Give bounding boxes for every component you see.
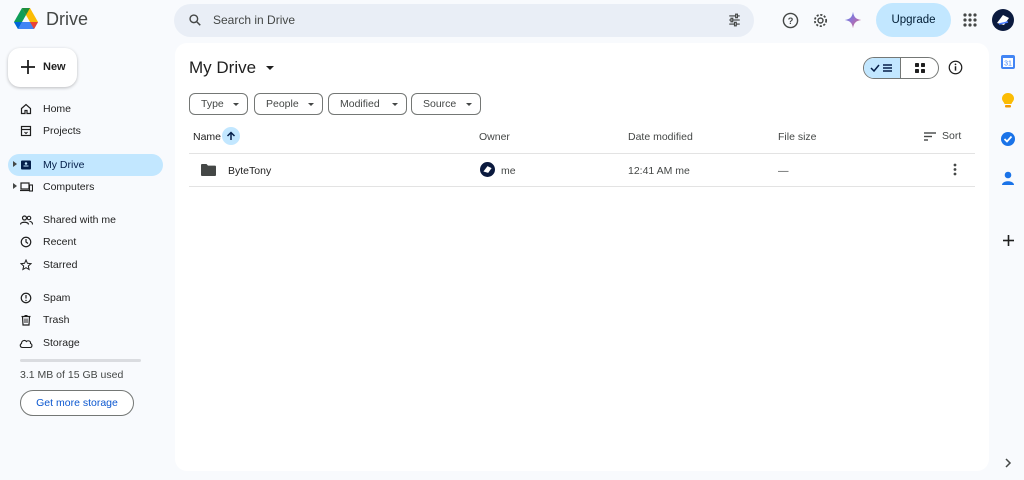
new-button[interactable]: New [8, 48, 77, 87]
apps-grid-icon[interactable] [960, 10, 980, 30]
filter-chip-source[interactable]: Source [411, 93, 481, 115]
calendar-day: 31 [1004, 61, 1012, 68]
sidebar-item-recent[interactable]: Recent [8, 231, 163, 253]
sidebar-item-label: Starred [43, 259, 78, 271]
sidebar-item-computers[interactable]: Computers [8, 176, 163, 198]
calendar-icon[interactable]: 31 [1000, 54, 1016, 70]
app-name: Drive [46, 8, 89, 29]
contacts-person-icon[interactable] [1000, 170, 1016, 186]
filter-chip-people[interactable]: People [254, 93, 323, 115]
grid-view-button[interactable] [901, 58, 938, 78]
page-title-menu[interactable]: My Drive [189, 58, 275, 78]
file-size: — [778, 165, 789, 177]
sort-button[interactable]: Sort [924, 130, 961, 142]
sidebar-item-my-drive[interactable]: My Drive [8, 154, 163, 176]
sidebar-item-storage[interactable]: Storage [8, 332, 163, 354]
chevron-down-icon [233, 103, 239, 106]
title-dropdown-icon [266, 66, 275, 70]
keep-lightbulb-icon[interactable] [1000, 92, 1016, 108]
plus-icon [21, 60, 35, 74]
list-view-icon [870, 64, 892, 73]
sort-direction-button[interactable] [222, 127, 240, 145]
clock-icon [19, 235, 33, 249]
my-drive-icon [19, 158, 33, 172]
info-icon[interactable] [948, 60, 963, 75]
filter-chip-label: Modified [340, 98, 380, 110]
star-icon [19, 258, 33, 272]
svg-text:?: ? [787, 16, 793, 26]
filter-chip-label: People [266, 98, 299, 110]
owner-name: me [501, 165, 516, 177]
view-toggle [863, 57, 939, 79]
computers-icon [19, 180, 33, 194]
upgrade-button[interactable]: Upgrade [876, 3, 951, 37]
grid-view-icon [914, 63, 925, 73]
filter-chip-label: Source [423, 98, 457, 110]
spam-icon [19, 291, 33, 305]
sidebar-item-projects[interactable]: Projects [8, 120, 163, 142]
date-modified: 12:41 AM me [628, 165, 690, 177]
expand-caret-icon[interactable] [13, 161, 17, 167]
column-header-name[interactable]: Name [193, 131, 221, 143]
sidebar-item-label: Recent [43, 236, 77, 248]
tasks-check-icon[interactable] [1000, 131, 1016, 147]
sidebar-item-label: Home [43, 103, 72, 115]
projects-icon [19, 124, 33, 138]
arrow-up-icon [226, 131, 236, 140]
filter-chip-label: Type [201, 98, 224, 110]
new-button-label: New [43, 61, 66, 73]
sort-label: Sort [942, 130, 962, 142]
people-icon [19, 213, 33, 227]
chevron-right-icon[interactable] [1000, 455, 1016, 471]
add-app-plus-icon[interactable] [1000, 232, 1016, 248]
column-header-date-modified[interactable]: Date modified [628, 131, 693, 143]
drive-logo[interactable]: Drive [14, 8, 88, 30]
sidebar-item-label: My Drive [43, 159, 85, 171]
more-options-icon[interactable] [953, 163, 957, 176]
chevron-down-icon [392, 103, 398, 106]
expand-caret-icon[interactable] [13, 183, 17, 189]
sort-icon [924, 131, 936, 141]
folder-icon [201, 164, 216, 176]
sidebar-item-starred[interactable]: Starred [8, 254, 163, 276]
owner-avatar [480, 162, 495, 177]
search-options-icon[interactable] [727, 13, 742, 27]
sidebar-item-spam[interactable]: Spam [8, 287, 163, 309]
table-row[interactable]: ByteTony me 12:41 AM me — [189, 154, 975, 186]
sidebar-item-label: Computers [43, 181, 95, 193]
storage-usage-bar [20, 359, 141, 362]
sidebar-item-label: Trash [43, 314, 70, 326]
storage-usage-text: 3.1 MB of 15 GB used [20, 369, 124, 381]
search-icon[interactable] [188, 13, 202, 27]
file-name[interactable]: ByteTony [228, 165, 271, 177]
page-title: My Drive [189, 58, 257, 77]
sidebar-item-shared-with-me[interactable]: Shared with me [8, 209, 163, 231]
column-header-file-size[interactable]: File size [778, 131, 817, 143]
help-icon[interactable]: ? [780, 10, 800, 30]
search-bar[interactable]: Search in Drive [174, 4, 754, 37]
sidebar-item-trash[interactable]: Trash [8, 309, 163, 331]
search-input[interactable]: Search in Drive [213, 13, 295, 27]
settings-gear-icon[interactable] [810, 10, 830, 30]
trash-icon [19, 313, 33, 327]
get-more-storage-button[interactable]: Get more storage [20, 390, 134, 416]
main-panel: My Drive Type People Modified Source Nam… [175, 43, 989, 471]
filter-chip-type[interactable]: Type [189, 93, 248, 115]
chevron-down-icon [466, 103, 472, 106]
drive-logo-icon [14, 8, 38, 29]
filter-chip-modified[interactable]: Modified [328, 93, 407, 115]
sidebar-item-label: Projects [43, 125, 81, 137]
gemini-sparkle-icon[interactable] [843, 10, 863, 30]
row-divider [189, 186, 975, 187]
sidebar-item-home[interactable]: Home [8, 98, 163, 120]
sidebar-item-label: Shared with me [43, 214, 116, 226]
account-avatar[interactable] [992, 9, 1014, 31]
cloud-icon [19, 336, 33, 350]
sidebar-item-label: Spam [43, 292, 71, 304]
column-header-owner[interactable]: Owner [479, 131, 510, 143]
chevron-down-icon [308, 103, 314, 106]
list-view-button[interactable] [864, 58, 902, 78]
home-icon [19, 102, 33, 116]
sidebar-item-label: Storage [43, 337, 80, 349]
